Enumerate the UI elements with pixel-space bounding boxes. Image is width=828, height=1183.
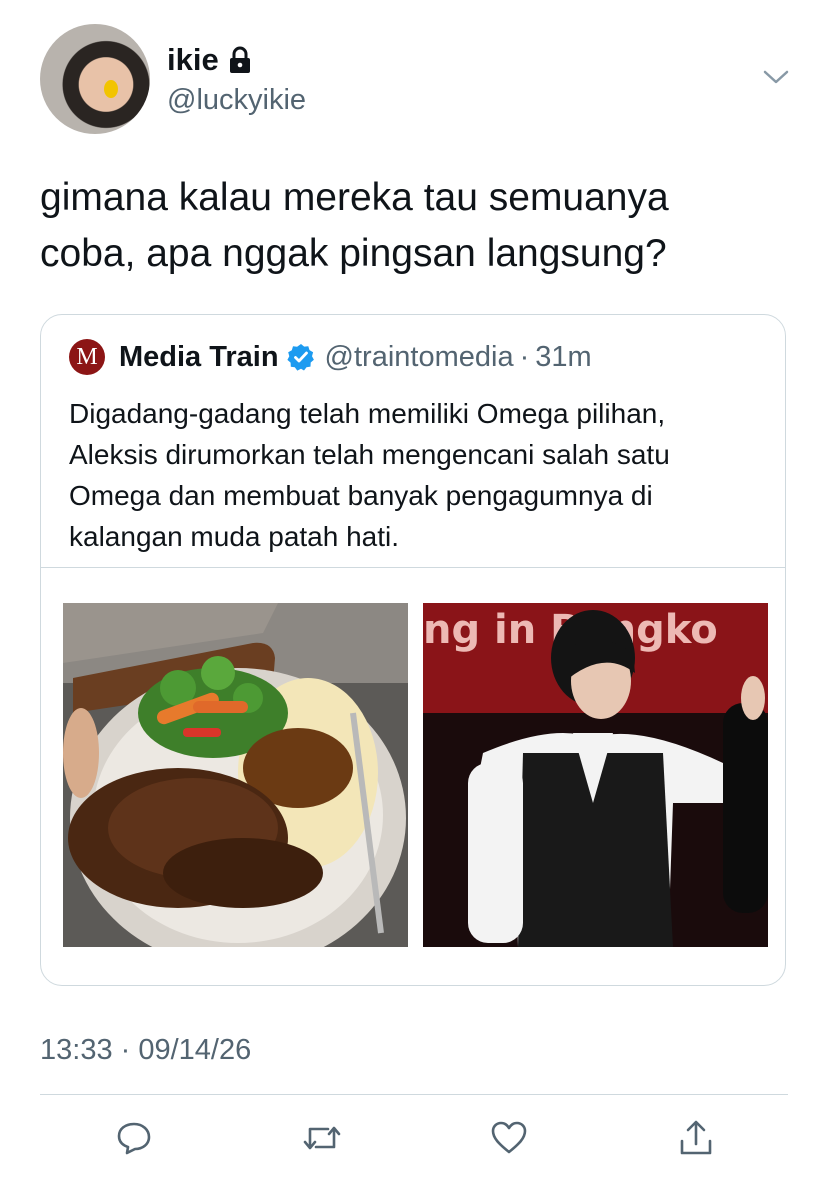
quoted-tweet-header: M Media Train @traintomedia · 31m	[69, 339, 592, 375]
quoted-tweet-text: Digadang-gadang telah memiliki Omega pil…	[69, 398, 670, 552]
retweet-icon	[303, 1126, 341, 1150]
author-name-row[interactable]: ikie	[167, 42, 253, 78]
retweet-button[interactable]	[302, 1118, 342, 1158]
share-icon	[680, 1120, 712, 1155]
media-logo: M	[69, 339, 105, 375]
quoted-author-handle: @traintomedia	[324, 340, 514, 373]
avatar-eyepatch	[104, 80, 118, 98]
quoted-tweet-time: 31m	[535, 340, 592, 373]
separator-dot: ·	[519, 340, 530, 373]
reply-icon	[117, 1122, 151, 1155]
quoted-tweet-divider	[41, 567, 785, 568]
share-button[interactable]	[676, 1118, 716, 1158]
tweet-text: gimana kalau mereka tau semuanya coba, a…	[40, 176, 669, 275]
food-photo[interactable]	[63, 603, 408, 947]
tweet-timestamp[interactable]: 13:33 · 09/14/26	[40, 1034, 251, 1067]
verified-badge-icon	[286, 344, 314, 371]
action-divider	[40, 1094, 788, 1095]
author-handle[interactable]: @luckyikie	[167, 84, 306, 117]
quoted-tweet-card[interactable]: M Media Train @traintomedia · 31m Digada…	[40, 314, 786, 986]
like-button[interactable]	[489, 1118, 529, 1158]
quoted-author-name: Media Train	[119, 340, 279, 373]
display-name[interactable]: ikie	[167, 42, 219, 78]
chevron-down-icon[interactable]	[762, 66, 790, 88]
stage-photo-art: ng in Bangko	[423, 603, 768, 947]
avatar[interactable]	[40, 24, 150, 134]
food-photo-art	[63, 603, 408, 947]
lock-icon	[229, 46, 250, 73]
stage-photo[interactable]: ng in Bangko	[423, 603, 768, 947]
reply-button[interactable]	[114, 1118, 154, 1158]
like-icon	[491, 1121, 527, 1154]
